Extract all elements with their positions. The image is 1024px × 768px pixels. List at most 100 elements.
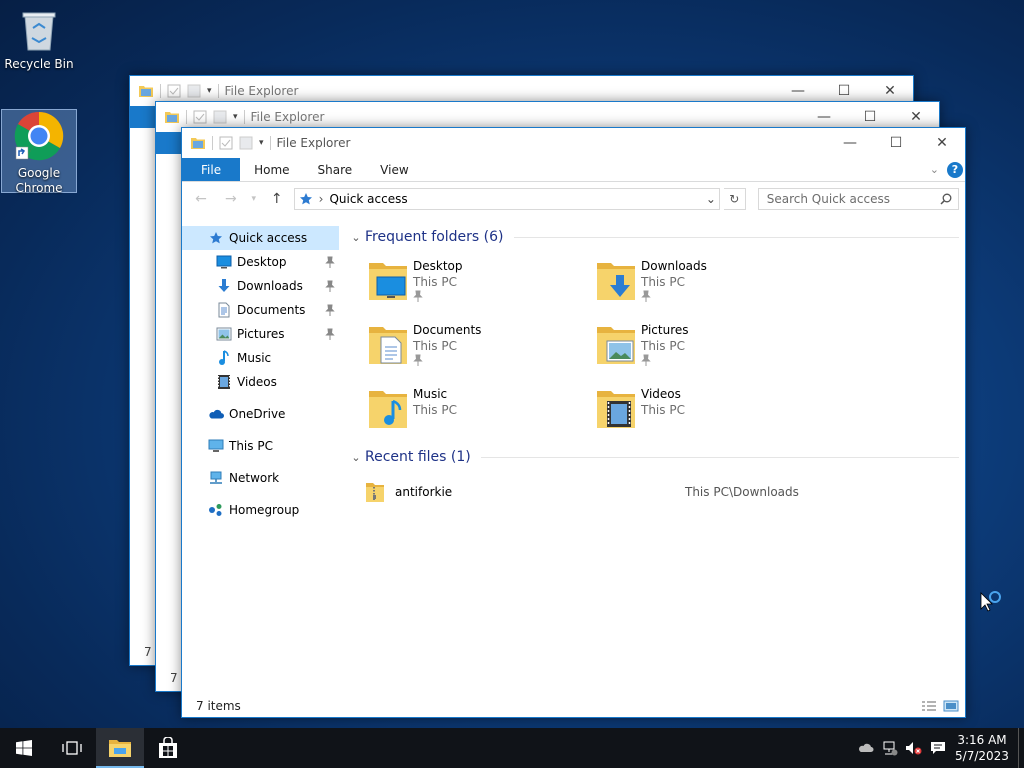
nav-label: Documents [237,303,306,317]
folder-desktop[interactable]: Desktop This PC [365,257,593,307]
onedrive-tray-icon[interactable] [854,728,878,768]
folder-icon [191,138,205,149]
computer-icon [208,438,224,454]
ribbon-tabs: File Home Share View ⌄ ? [182,158,965,182]
task-view-icon [62,741,82,755]
nav-item-music[interactable]: Music [182,346,339,370]
volume-muted-icon[interactable] [902,728,926,768]
action-center-icon[interactable] [926,728,950,768]
videos-folder-icon [597,391,635,428]
properties-icon[interactable] [219,136,233,150]
recycle-bin-icon [22,12,56,51]
pin-icon[interactable] [325,256,335,268]
content-pane: ⌄ Frequent folders (6) Desktop This PC D… [339,218,965,695]
qat-divider [269,136,271,150]
nav-item-network[interactable]: Network [182,466,339,490]
start-button[interactable] [0,728,48,768]
minimize-button[interactable]: — [827,128,873,158]
pin-icon[interactable] [325,280,335,292]
task-view-button[interactable] [48,728,96,768]
properties-icon[interactable] [167,84,181,98]
folder-location: This PC [413,403,457,417]
new-folder-icon[interactable] [239,136,253,150]
tab-home[interactable]: Home [240,158,303,181]
folder-location: This PC [413,339,457,353]
recent-files-header[interactable]: ⌄ Recent files (1) [347,445,965,469]
item-count: 7 items [196,699,241,713]
new-folder-icon[interactable] [213,110,227,124]
taskbar-file-explorer[interactable] [96,728,144,768]
system-tray: 3:16 AM 5/7/2023 [854,728,1024,768]
tab-share[interactable]: Share [304,158,367,181]
file-explorer-window[interactable]: ▾ File Explorer — ☐ ✕ File Home Share Vi… [181,127,966,718]
chrome-label: Google Chrome [15,166,63,195]
nav-item-onedrive[interactable]: OneDrive [182,402,339,426]
help-icon[interactable]: ? [947,161,963,178]
qat-dropdown-icon[interactable]: ▾ [207,86,212,96]
network-icon [208,470,224,486]
folder-pictures[interactable]: Pictures This PC [593,321,821,371]
properties-icon[interactable] [193,110,207,124]
search-box[interactable] [757,188,959,210]
folder-downloads[interactable]: Downloads This PC [593,257,821,307]
close-button[interactable]: ✕ [919,128,965,158]
folder-location: This PC [413,275,457,289]
forward-arrow-icon[interactable]: → [218,188,244,210]
section-divider [480,456,959,458]
nav-item-pictures[interactable]: Pictures [182,322,339,346]
maximize-button[interactable]: ☐ [873,128,919,158]
recent-file-name: antiforkie [395,485,453,499]
folder-documents[interactable]: Documents This PC [365,321,593,371]
frequent-folders-header[interactable]: ⌄ Frequent folders (6) [347,225,965,249]
expand-ribbon-icon[interactable]: ⌄ [930,163,939,176]
network-tray-icon[interactable] [878,728,902,768]
address-dropdown-icon[interactable]: ⌄ [703,192,719,206]
qat-dropdown-icon[interactable]: ▾ [233,112,238,122]
breadcrumb-separator-icon[interactable]: › [319,192,324,206]
folder-name: Music [413,387,448,401]
folder-icon [165,112,179,123]
tab-view[interactable]: View [366,158,422,181]
nav-item-this-pc[interactable]: This PC [182,434,339,458]
taskbar-store[interactable] [144,728,192,768]
search-input[interactable] [766,192,940,206]
section-title: Frequent folders (6) [365,229,504,245]
folder-music[interactable]: Music This PC [365,385,593,435]
section-title: Recent files (1) [365,449,471,465]
qat-divider [212,136,213,150]
pin-icon[interactable] [325,328,335,340]
nav-item-homegroup[interactable]: Homegroup [182,498,339,522]
folder-videos[interactable]: Videos This PC [593,385,821,435]
chrome-icon [14,111,64,161]
show-desktop-button[interactable] [1018,728,1024,768]
breadcrumb-quick-access[interactable]: Quick access [329,192,407,206]
nav-item-documents[interactable]: Documents [182,298,339,322]
up-arrow-icon[interactable]: ↑ [264,188,290,210]
back-arrow-icon[interactable]: ← [188,188,214,210]
large-icons-view-icon[interactable] [943,700,959,712]
qat-dropdown-icon[interactable]: ▾ [259,138,264,148]
pin-icon[interactable] [325,304,335,316]
address-bar[interactable]: › Quick access ⌄ [293,188,720,210]
new-folder-icon[interactable] [187,84,201,98]
recycle-bin-desktop-icon[interactable]: Recycle Bin [1,4,77,76]
folder-name: Downloads [641,259,707,273]
collapse-chevron-icon[interactable]: ⌄ [347,451,365,464]
recent-locations-icon[interactable]: ▾ [248,188,260,210]
nav-label: This PC [229,439,273,453]
nav-item-videos[interactable]: Videos [182,370,339,394]
window-title: File Explorer [224,84,299,98]
details-view-icon[interactable] [921,700,937,712]
collapse-chevron-icon[interactable]: ⌄ [347,231,365,244]
chrome-desktop-icon[interactable]: Google Chrome [1,109,77,195]
nav-item-desktop[interactable]: Desktop [182,250,339,274]
refresh-button[interactable]: ↻ [723,188,746,210]
recent-file-row[interactable]: antiforkie This PC\Downloads [347,477,965,507]
nav-item-downloads[interactable]: Downloads [182,274,339,298]
clock[interactable]: 3:16 AM 5/7/2023 [950,732,1014,764]
nav-item-quick-access[interactable]: Quick access [182,226,339,250]
titlebar[interactable]: ▾ File Explorer — ☐ ✕ [182,128,965,158]
nav-label: OneDrive [229,407,286,421]
tab-file[interactable]: File [182,158,241,181]
folder-name: Videos [641,387,681,401]
